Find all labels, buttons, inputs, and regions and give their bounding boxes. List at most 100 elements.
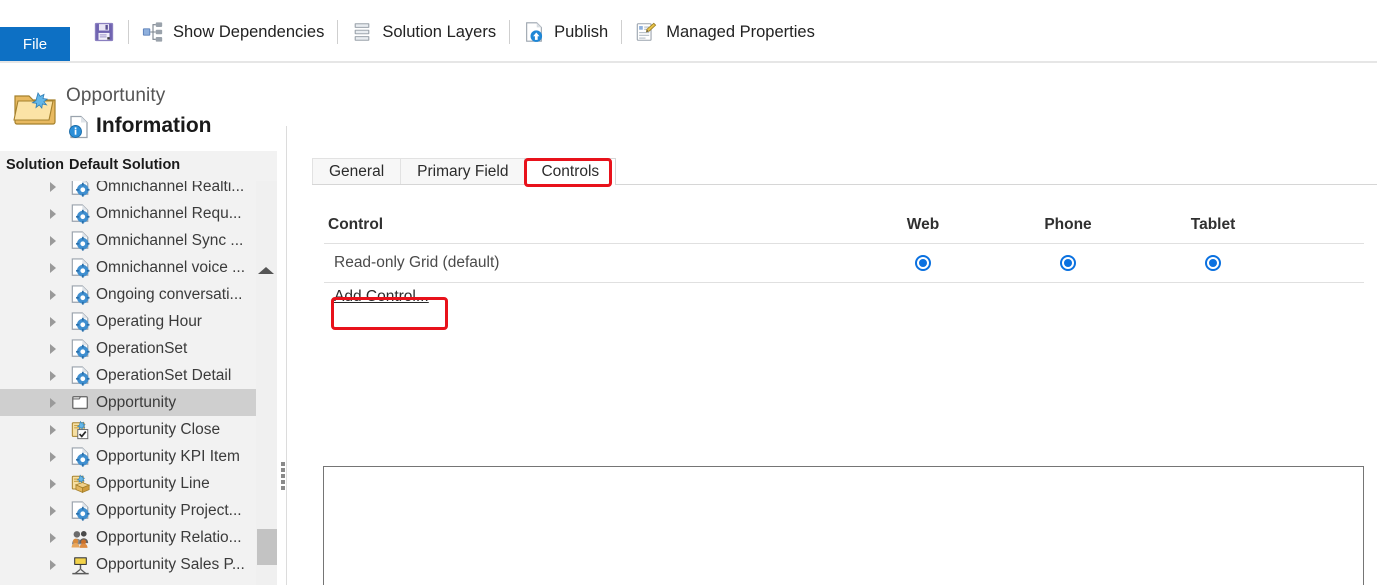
add-control-link[interactable]: Add Control... [334, 288, 429, 306]
tab-general[interactable]: General [312, 158, 402, 185]
control-properties-panel [323, 466, 1364, 585]
tree-item-operating-hour[interactable]: Operating Hour [0, 308, 256, 335]
tree-item-opportunity-close[interactable]: Opportunity Close [0, 416, 256, 443]
controls-table: Control Web Phone Tablet Read-only Grid … [324, 206, 1364, 283]
tree-item-operationset[interactable]: OperationSet [0, 335, 256, 362]
tree-item-operationset-detail[interactable]: OperationSet Detail [0, 362, 256, 389]
file-menu-button[interactable]: File [0, 27, 70, 62]
expand-triangle-icon[interactable] [50, 208, 56, 219]
tree-item-omnichannel-sync[interactable]: Omnichannel Sync ... [0, 227, 256, 254]
tree-item-opportunity-project[interactable]: Opportunity Project... [0, 497, 256, 524]
tree-item-label: Opportunity [96, 393, 177, 411]
tab-strip: General Primary Field Controls [312, 158, 617, 185]
tab-label: General [329, 163, 385, 180]
tree-item-ongoing-conversati[interactable]: Ongoing conversati... [0, 281, 256, 308]
expand-triangle-icon[interactable] [50, 424, 56, 435]
entity-check-icon [70, 420, 91, 440]
show-dependencies-label: Show Dependencies [173, 22, 325, 41]
toolbar-command-group: Show Dependencies Solution Layers Publis… [84, 11, 824, 53]
save-floppy-icon [93, 21, 115, 43]
tree-item-label: Omnichannel Requ... [96, 204, 242, 222]
tree-item-opportunity-line[interactable]: Opportunity Line [0, 470, 256, 497]
expand-triangle-icon[interactable] [50, 370, 56, 381]
entity-gear-icon [70, 284, 91, 305]
entity-gear-icon [70, 203, 91, 224]
tree-item-label: Opportunity Relatio... [96, 528, 242, 546]
tree-item-opportunity[interactable]: Opportunity [0, 389, 256, 416]
entity-gear-icon [70, 365, 91, 386]
entity-tree: Omnichannel Realti... Omnichannel Requ...… [0, 181, 256, 578]
entity-folder-icon [70, 393, 91, 413]
panel-splitter[interactable] [277, 126, 281, 585]
expand-triangle-icon[interactable] [50, 262, 56, 273]
tree-item-label: Opportunity Line [96, 474, 210, 492]
column-header-web: Web [906, 215, 940, 233]
tree-item-opportunity-sales-p[interactable]: Opportunity Sales P... [0, 551, 256, 578]
tree-item-label: Opportunity Close [96, 420, 221, 438]
expand-triangle-icon[interactable] [50, 451, 56, 462]
left-navigation-panel: Opportunity Information Solution Default… [0, 63, 287, 585]
tablet-radio-cell [1175, 254, 1251, 272]
controls-table-header: Control Web Phone Tablet [324, 206, 1364, 244]
application-window: File Show Dependencies Solution Layers P… [0, 0, 1377, 585]
tab-label: Controls [541, 163, 600, 180]
control-name-cell: Read-only Grid (default) [334, 254, 500, 271]
entity-gear-icon [70, 500, 91, 521]
expand-triangle-icon[interactable] [50, 289, 56, 300]
publish-icon [523, 21, 545, 43]
solution-layers-label: Solution Layers [382, 22, 497, 41]
solution-bar: Solution Default Solution [0, 151, 281, 179]
tree-item-label: OperationSet [96, 339, 188, 357]
entity-gear-icon [70, 338, 91, 359]
expand-triangle-icon[interactable] [50, 181, 56, 192]
controls-table-body: Read-only Grid (default) [324, 244, 1364, 283]
left-panel-scrollbar[interactable] [256, 181, 277, 585]
expand-triangle-icon[interactable] [50, 505, 56, 516]
toolbar-separator [621, 20, 623, 44]
expand-triangle-icon[interactable] [50, 559, 56, 570]
solution-layers-button[interactable]: Solution Layers [342, 11, 505, 53]
managed-properties-label: Managed Properties [666, 22, 815, 41]
entity-gear-icon [70, 446, 91, 467]
publish-button[interactable]: Publish [514, 11, 617, 53]
tab-primary-field[interactable]: Primary Field [400, 158, 526, 185]
left-panel-header: Opportunity Information [0, 63, 281, 151]
expand-triangle-icon[interactable] [50, 478, 56, 489]
expand-triangle-icon[interactable] [50, 316, 56, 327]
main-content-area: General Primary Field Controls Control Web… [287, 63, 1377, 585]
tree-item-label: Opportunity Project... [96, 501, 242, 519]
phone-radio-cell [1030, 254, 1106, 272]
tree-item-omnichannel-realti[interactable]: Omnichannel Realti... [0, 181, 256, 200]
tree-item-opportunity-kpi-item[interactable]: Opportunity KPI Item [0, 443, 256, 470]
toolbar-separator [509, 20, 511, 44]
entity-process-icon [70, 555, 91, 575]
tree-item-omnichannel-requ[interactable]: Omnichannel Requ... [0, 200, 256, 227]
solution-value: Default Solution [69, 157, 181, 173]
entity-name-label: Opportunity [66, 85, 166, 106]
tree-item-label: Omnichannel Realti... [96, 181, 245, 195]
tab-controls[interactable]: Controls [524, 158, 617, 185]
tree-item-label: Opportunity Sales P... [96, 555, 245, 573]
folder-icon [12, 87, 58, 127]
tree-item-omnichannel-voice[interactable]: Omnichannel voice ... [0, 254, 256, 281]
tablet-radio-button[interactable] [1205, 254, 1221, 271]
managed-properties-icon [635, 21, 657, 43]
phone-radio-button[interactable] [1060, 254, 1076, 271]
page-title: Information [96, 114, 212, 137]
entity-tree-scroll-area[interactable]: Omnichannel Realti... Omnichannel Requ...… [0, 181, 281, 585]
expand-triangle-icon[interactable] [50, 397, 56, 408]
solution-layers-icon [351, 21, 373, 43]
expand-triangle-icon[interactable] [50, 532, 56, 543]
expand-triangle-icon[interactable] [50, 235, 56, 246]
show-dependencies-button[interactable]: Show Dependencies [133, 11, 333, 53]
scrollbar-thumb[interactable] [257, 529, 277, 565]
web-radio-button[interactable] [915, 254, 931, 271]
table-row[interactable]: Read-only Grid (default) [324, 244, 1364, 283]
tree-item-opportunity-relatio[interactable]: Opportunity Relatio... [0, 524, 256, 551]
managed-properties-button[interactable]: Managed Properties [626, 11, 824, 53]
tab-label: Primary Field [417, 163, 509, 180]
tree-item-label: OperationSet Detail [96, 366, 232, 384]
expand-triangle-icon[interactable] [50, 343, 56, 354]
save-button[interactable] [84, 11, 124, 53]
scroll-up-arrow-icon[interactable] [255, 261, 277, 279]
